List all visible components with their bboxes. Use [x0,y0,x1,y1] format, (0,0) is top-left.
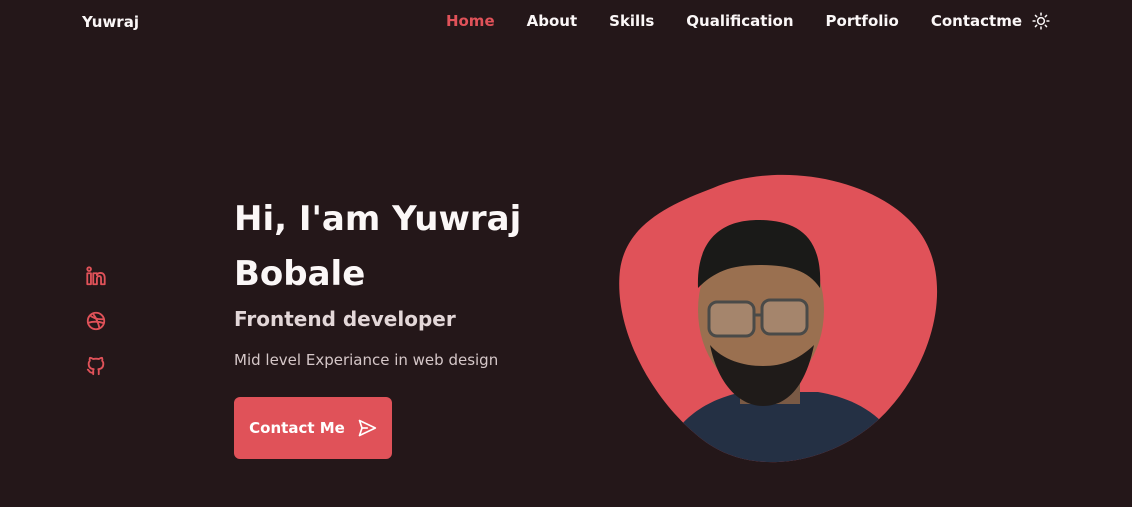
nav-skills[interactable]: Skills [609,12,654,30]
linkedin-icon[interactable] [85,265,107,287]
social-links [85,265,107,400]
contact-me-button[interactable]: Contact Me [234,397,392,459]
nav-home[interactable]: Home [446,12,495,30]
sun-icon[interactable] [1032,12,1050,30]
contact-me-label: Contact Me [249,419,345,437]
nav-about[interactable]: About [527,12,578,30]
send-icon [358,419,376,437]
hero-subtitle: Frontend developer [234,307,456,331]
main-nav: Home About Skills Qualification Portfoli… [414,12,1050,30]
github-icon[interactable] [85,355,107,377]
hero-description: Mid level Experiance in web design [234,351,499,369]
profile-photo [619,174,938,463]
dribbble-icon[interactable] [85,310,107,332]
hero-title: Hi, I'am Yuwraj Bobale [234,199,522,294]
nav-contactme[interactable]: Contactme [931,12,1022,30]
nav-qualification[interactable]: Qualification [686,12,793,30]
brand-logo[interactable]: Yuwraj [82,13,139,31]
hero-section: Hi, I'am Yuwraj Bobale Frontend develope… [234,192,564,369]
nav-portfolio[interactable]: Portfolio [826,12,899,30]
